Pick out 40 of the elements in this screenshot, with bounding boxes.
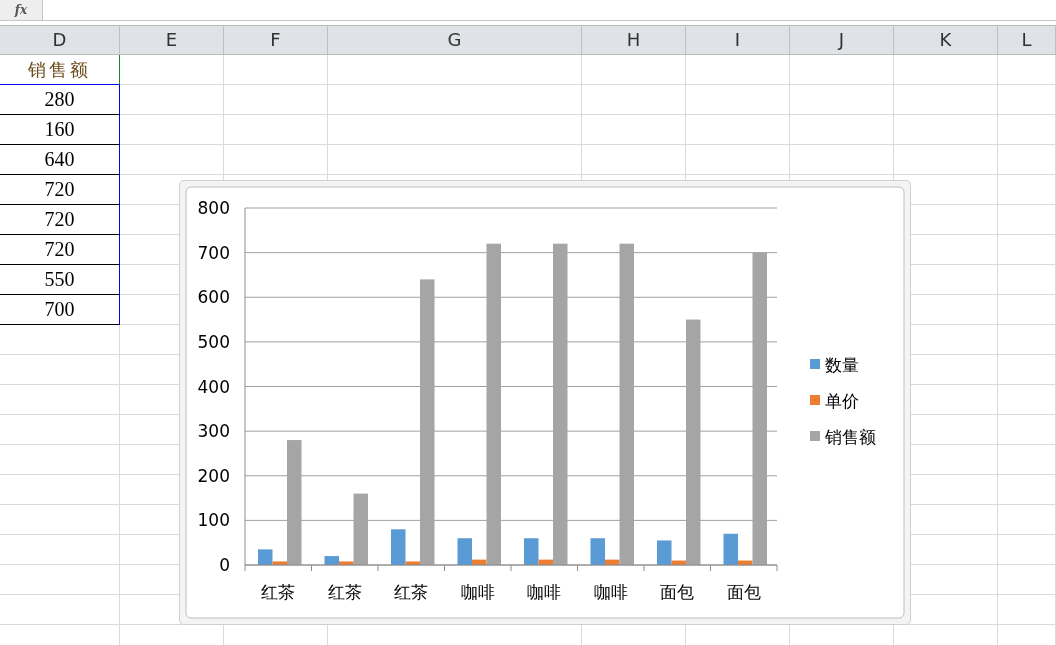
column-header[interactable]: F — [224, 26, 328, 54]
axis-label: 800 — [197, 198, 230, 218]
column-header[interactable]: D — [0, 26, 120, 54]
column-header[interactable]: I — [686, 26, 790, 54]
axis-label: 咖啡 — [593, 582, 628, 602]
legend-label: 单价 — [825, 391, 859, 411]
legend-label: 销售额 — [825, 427, 876, 447]
axis-label: 红茶 — [394, 582, 429, 602]
column-header[interactable]: L — [998, 26, 1056, 54]
table-cell: 550 — [0, 265, 120, 295]
table-cell: 720 — [0, 175, 120, 205]
table-cell: 720 — [0, 205, 120, 235]
axis-label: 红茶 — [327, 582, 362, 602]
axis-label: 0 — [219, 555, 230, 575]
function-button[interactable]: fx — [0, 0, 43, 20]
table-cell: 280 — [0, 85, 120, 115]
axis-label: 600 — [197, 287, 230, 308]
axis-label: 100 — [197, 510, 230, 531]
table-cell: 720 — [0, 235, 120, 265]
table-cell: 640 — [0, 145, 120, 175]
axis-label: 700 — [197, 242, 230, 263]
axis-label: 200 — [197, 465, 230, 486]
table-cell: 销售额 — [0, 55, 120, 85]
axis-label: 咖啡 — [527, 582, 562, 602]
column-header[interactable]: H — [582, 26, 686, 54]
axis-label: 面包 — [660, 582, 695, 602]
axis-label: 咖啡 — [460, 582, 495, 602]
table-cell: 160 — [0, 115, 120, 145]
axis-label: 500 — [197, 331, 230, 352]
axis-label: 面包 — [726, 582, 761, 602]
axis-label: 300 — [197, 421, 230, 442]
column-header[interactable]: G — [328, 26, 582, 54]
column-header[interactable]: K — [894, 26, 998, 54]
column-header[interactable]: J — [790, 26, 894, 54]
column-header[interactable]: E — [120, 26, 224, 54]
legend-label: 数量 — [825, 355, 859, 375]
axis-label: 400 — [197, 376, 230, 397]
table-cell: 700 — [0, 295, 120, 325]
chart-frame[interactable]: 0 100 200 300 400 500 600 700 800 红茶 红茶 红茶 咖啡 咖啡 咖啡 面包 面包 数量 单价 销售额 — [180, 181, 910, 624]
axis-label: 红茶 — [261, 582, 296, 602]
